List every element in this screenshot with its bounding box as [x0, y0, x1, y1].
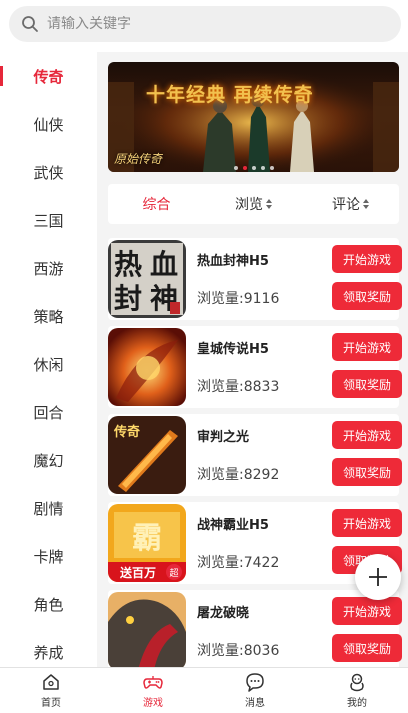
- shenpan-zhiguang-icon[interactable]: 传奇: [108, 416, 186, 494]
- nav-label: 我的: [347, 698, 367, 709]
- svg-text:送百万: 送百万: [119, 565, 156, 580]
- list-item[interactable]: 传奇 审判之光 浏览量:8292 开始游戏 领取奖励: [108, 414, 402, 496]
- list-item[interactable]: 热 血 封 神 热血封神H5 浏览量:9116 开始游戏 领取奖励: [108, 238, 402, 320]
- svg-text:封: 封: [114, 282, 142, 315]
- nav-profile[interactable]: 我的: [306, 668, 408, 713]
- start-game-button[interactable]: 开始游戏: [332, 421, 402, 449]
- sidebar-item-label: 仙侠: [33, 115, 64, 134]
- game-name: 战神霸业H5: [197, 518, 269, 533]
- sidebar-item-label: 传奇: [33, 67, 64, 86]
- tab-label: 浏览: [235, 197, 263, 213]
- pager-dot[interactable]: [261, 166, 265, 170]
- game-name: 皇城传说H5: [197, 342, 269, 357]
- game-name: 审判之光: [197, 430, 250, 445]
- pager-dot-active[interactable]: [243, 166, 247, 170]
- nav-label: 消息: [245, 698, 265, 709]
- bottom-nav: 首页 游戏 消息 我的: [0, 667, 408, 713]
- sidebar-item-label: 剧情: [33, 499, 64, 518]
- start-game-button[interactable]: 开始游戏: [332, 597, 402, 625]
- huangcheng-chuanshuo-icon[interactable]: [108, 328, 186, 406]
- sidebar-item-chuanqi[interactable]: 传奇: [0, 52, 97, 100]
- nav-label: 游戏: [143, 698, 163, 709]
- sidebar-item-label: 三国: [33, 211, 64, 230]
- game-views: 浏览量:8036: [197, 643, 280, 659]
- promo-banner[interactable]: 十年经典 再续传奇 原始传奇: [108, 62, 399, 172]
- game-views: 浏览量:9116: [197, 291, 280, 307]
- pager-dot[interactable]: [234, 166, 238, 170]
- list-item[interactable]: 皇城传说H5 浏览量:8833 开始游戏 领取奖励: [108, 326, 402, 408]
- tab-overall[interactable]: 综合: [108, 184, 205, 224]
- claim-reward-button[interactable]: 领取奖励: [332, 282, 402, 310]
- sidebar-item-label: 策略: [33, 307, 64, 326]
- message-icon: [246, 673, 264, 692]
- start-game-button[interactable]: 开始游戏: [332, 333, 402, 361]
- svg-text:传奇: 传奇: [113, 424, 140, 440]
- sidebar-item-label: 卡牌: [33, 547, 64, 566]
- rexue-fengshen-icon[interactable]: 热 血 封 神: [108, 240, 186, 318]
- tulong-poxiao-icon[interactable]: [108, 592, 186, 667]
- banner-game-logo: 原始传奇: [114, 152, 163, 166]
- plus-icon: [369, 568, 387, 586]
- profile-icon: [350, 673, 364, 692]
- sidebar-item-label: 角色: [33, 595, 64, 614]
- tab-views[interactable]: 浏览: [205, 184, 302, 224]
- svg-text:热: 热: [114, 248, 142, 281]
- sidebar-item-xiuxian[interactable]: 休闲: [0, 340, 97, 388]
- tab-label: 评论: [332, 197, 360, 213]
- svg-text:血: 血: [150, 248, 178, 281]
- sidebar-item-juese[interactable]: 角色: [0, 580, 97, 628]
- nav-messages[interactable]: 消息: [204, 668, 306, 713]
- pager-dot[interactable]: [270, 166, 274, 170]
- game-views: 浏览量:7422: [197, 555, 280, 571]
- sidebar-item-label: 回合: [33, 403, 64, 422]
- nav-home[interactable]: 首页: [0, 668, 102, 713]
- game-name: 热血封神H5: [197, 254, 269, 269]
- start-game-button[interactable]: 开始游戏: [332, 509, 402, 537]
- zhanshen-baye-icon[interactable]: 霸 送百万 超: [108, 504, 186, 582]
- sort-icon: [363, 199, 369, 209]
- sidebar-item-xiyou[interactable]: 西游: [0, 244, 97, 292]
- claim-reward-button[interactable]: 领取奖励: [332, 634, 402, 662]
- sidebar-item-label: 养成: [33, 643, 64, 662]
- sidebar-item-label: 魔幻: [33, 451, 64, 470]
- sidebar-item-kapai[interactable]: 卡牌: [0, 532, 97, 580]
- sort-tabs: 综合 浏览 评论: [108, 184, 399, 224]
- banner-pager: [234, 166, 274, 170]
- floating-add-button[interactable]: [355, 554, 401, 600]
- claim-reward-button[interactable]: 领取奖励: [332, 370, 402, 398]
- sort-icon: [266, 199, 272, 209]
- sidebar-item-label: 休闲: [33, 355, 64, 374]
- game-name: 屠龙破晓: [197, 606, 250, 621]
- svg-text:超: 超: [169, 567, 178, 579]
- sidebar-item-wuxia[interactable]: 武侠: [0, 148, 97, 196]
- claim-reward-button[interactable]: 领取奖励: [332, 458, 402, 486]
- svg-text:霸: 霸: [132, 521, 162, 556]
- nav-label: 首页: [41, 698, 61, 709]
- start-game-button[interactable]: 开始游戏: [332, 245, 402, 273]
- game-list: 热 血 封 神 热血封神H5 浏览量:9116 开始游戏 领取奖励 皇城传说H5…: [108, 238, 402, 667]
- sidebar-item-xianxia[interactable]: 仙侠: [0, 100, 97, 148]
- game-views: 浏览量:8833: [197, 379, 280, 395]
- gamepad-icon: [143, 676, 163, 689]
- nav-games[interactable]: 游戏: [102, 668, 204, 713]
- pager-dot[interactable]: [252, 166, 256, 170]
- sidebar-item-mohuan[interactable]: 魔幻: [0, 436, 97, 484]
- list-item[interactable]: 屠龙破晓 浏览量:8036 开始游戏 领取奖励: [108, 590, 402, 667]
- search-input[interactable]: [47, 16, 367, 32]
- sidebar-item-juqing[interactable]: 剧情: [0, 484, 97, 532]
- sidebar-item-label: 西游: [33, 259, 64, 278]
- sidebar-item-label: 武侠: [33, 163, 64, 182]
- game-views: 浏览量:8292: [197, 467, 280, 483]
- sidebar-item-sanguo[interactable]: 三国: [0, 196, 97, 244]
- sidebar-item-celue[interactable]: 策略: [0, 292, 97, 340]
- search-bar: [0, 0, 408, 50]
- tab-label: 综合: [142, 197, 171, 213]
- search-box[interactable]: [9, 6, 401, 42]
- category-sidebar: 传奇 仙侠 武侠 三国 西游 策略 休闲 回合 魔幻 剧情 卡牌 角色 养成: [0, 52, 97, 667]
- home-icon: [43, 674, 59, 690]
- sidebar-item-huihe[interactable]: 回合: [0, 388, 97, 436]
- banner-title: 十年经典 再续传奇: [146, 84, 314, 106]
- tab-comments[interactable]: 评论: [302, 184, 399, 224]
- search-icon: [21, 15, 39, 33]
